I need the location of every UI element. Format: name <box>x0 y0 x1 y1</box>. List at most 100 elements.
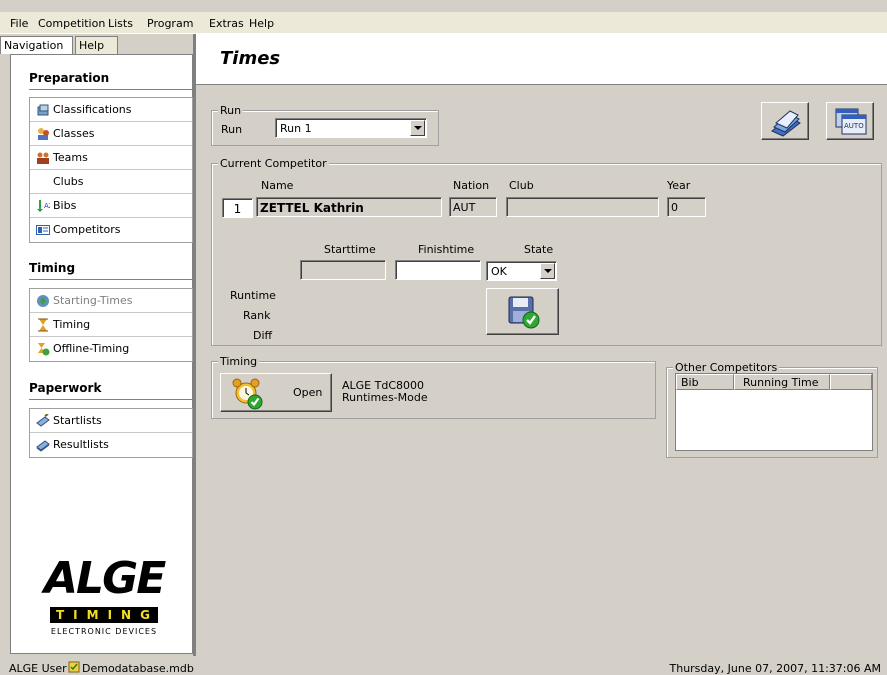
club-field <box>506 197 659 217</box>
nav-item-timing[interactable]: Timing <box>30 313 192 337</box>
runtime-label: Runtime <box>230 289 276 302</box>
print-button[interactable] <box>761 102 809 140</box>
timing-icon <box>38 318 48 332</box>
status-bar: ALGE User Demodatabase.mdb Thursday, Jun… <box>0 661 887 675</box>
nav-item-starting-times[interactable]: Starting-Times <box>30 289 192 313</box>
chevron-down-icon[interactable] <box>410 120 425 136</box>
nav-item-resultlists[interactable]: Resultlists <box>30 433 192 457</box>
page-title: Times <box>220 48 281 69</box>
alarm-clock-icon <box>232 378 263 410</box>
save-disk-icon <box>508 296 540 329</box>
starttime-label: Starttime <box>324 243 376 256</box>
page-header: Times <box>196 34 887 85</box>
nation-field: AUT <box>449 197 497 217</box>
nav-item-clubs[interactable]: Clubs <box>30 170 192 194</box>
club-header: Club <box>509 179 534 192</box>
other-competitors-table[interactable]: Bib Running Time <box>675 373 873 451</box>
section-title-timing: Timing <box>29 261 76 275</box>
menu-extras[interactable]: Extras <box>209 17 244 30</box>
other-competitors-group: Other Competitors Bib Running Time <box>666 361 878 458</box>
status-datetime: Thursday, June 07, 2007, 11:37:06 AM <box>669 662 882 675</box>
run-select-value: Run 1 <box>280 122 312 135</box>
tab-help[interactable]: Help <box>75 36 118 54</box>
menu-file[interactable]: File <box>10 17 28 30</box>
open-timing-button[interactable]: Open <box>220 373 332 412</box>
splitter[interactable] <box>193 34 196 656</box>
teams-icon <box>37 152 49 164</box>
section-title-preparation: Preparation <box>29 71 110 85</box>
save-button[interactable] <box>486 288 559 335</box>
name-header: Name <box>261 179 294 192</box>
nav-item-label: Clubs <box>53 175 84 188</box>
column-header-bib[interactable]: Bib <box>676 374 734 390</box>
startlists-icon <box>36 414 50 427</box>
state-select[interactable]: OK <box>486 261 557 281</box>
nav-item-teams[interactable]: Teams <box>30 146 192 170</box>
section-divider <box>29 279 192 280</box>
database-icon <box>68 661 80 673</box>
open-button-label: Open <box>293 386 323 399</box>
year-field: 0 <box>667 197 706 217</box>
nav-item-label: Teams <box>53 151 88 164</box>
status-user: ALGE User <box>9 662 67 675</box>
timing-list: Starting-Times Timing Offline-Timing <box>29 288 193 362</box>
auto-label: AUTO <box>844 122 864 130</box>
auto-button[interactable]: AUTO <box>826 102 874 140</box>
alge-logo: ALGE TIMING ELECTRONIC DEVICES <box>38 555 168 645</box>
current-competitor-group: Current Competitor Name Nation Club Year… <box>211 157 882 346</box>
paperwork-list: Startlists Resultlists <box>29 408 193 458</box>
current-competitor-legend: Current Competitor <box>218 157 329 170</box>
nav-item-competitors[interactable]: Competitors <box>30 218 192 242</box>
offline-timing-icon <box>38 343 50 356</box>
chevron-down-icon[interactable] <box>540 263 555 279</box>
year-header: Year <box>667 179 691 192</box>
nav-item-label: Timing <box>53 318 91 331</box>
section-divider <box>29 399 192 400</box>
nav-item-label: Starting-Times <box>53 294 133 307</box>
column-header-running-time[interactable]: Running Time <box>734 374 830 390</box>
nav-item-label: Classifications <box>53 103 132 116</box>
timing-group: Timing Open ALGE TdC8000 Runtimes-Mode <box>211 355 656 419</box>
nav-item-label: Resultlists <box>53 438 109 451</box>
menu-competition[interactable]: Competition <box>38 17 105 30</box>
classes-icon <box>38 128 49 140</box>
competitor-name-field: ZETTEL Kathrin <box>256 197 442 217</box>
timing-group-legend: Timing <box>218 355 260 368</box>
nav-item-startlists[interactable]: Startlists <box>30 409 192 433</box>
menu-bar: File Competition Lists Program Extras He… <box>0 12 887 34</box>
logo-timing: TIMING <box>50 607 158 623</box>
nav-item-label: Offline-Timing <box>53 342 130 355</box>
nav-item-label: Classes <box>53 127 95 140</box>
diff-label: Diff <box>253 329 273 342</box>
status-database: Demodatabase.mdb <box>82 662 194 675</box>
menu-program[interactable]: Program <box>147 17 193 30</box>
preparation-list: Classifications Classes Teams Clubs AZ B… <box>29 97 193 243</box>
svg-text:AZ: AZ <box>44 202 50 210</box>
nav-item-offline-timing[interactable]: Offline-Timing <box>30 337 192 361</box>
menu-help[interactable]: Help <box>249 17 274 30</box>
nav-item-classes[interactable]: Classes <box>30 122 192 146</box>
bibs-icon: AZ <box>37 200 50 212</box>
logo-brand: ALGE <box>44 553 166 604</box>
finishtime-input[interactable] <box>395 260 481 280</box>
menu-lists[interactable]: Lists <box>108 17 133 30</box>
finishtime-label: Finishtime <box>418 243 475 256</box>
state-label: State <box>524 243 554 256</box>
print-icon <box>771 110 801 137</box>
classifications-icon <box>37 104 49 116</box>
section-title-paperwork: Paperwork <box>29 381 102 395</box>
run-group-legend: Run <box>218 104 244 117</box>
logo-tagline: ELECTRONIC DEVICES <box>50 627 158 636</box>
bib-input[interactable]: 1 <box>222 198 253 218</box>
nav-item-classifications[interactable]: Classifications <box>30 98 192 122</box>
nav-item-bibs[interactable]: AZ Bibs <box>30 194 192 218</box>
tab-navigation[interactable]: Navigation <box>0 36 73 54</box>
state-select-value: OK <box>491 265 507 278</box>
competitors-icon <box>36 225 50 235</box>
run-select[interactable]: Run 1 <box>275 118 427 138</box>
timing-mode-label: Runtimes-Mode <box>342 391 428 404</box>
nation-header: Nation <box>453 179 490 192</box>
run-group: Run Run Run 1 <box>211 104 439 146</box>
column-header-extra[interactable] <box>830 374 872 390</box>
starttime-field <box>300 260 386 280</box>
